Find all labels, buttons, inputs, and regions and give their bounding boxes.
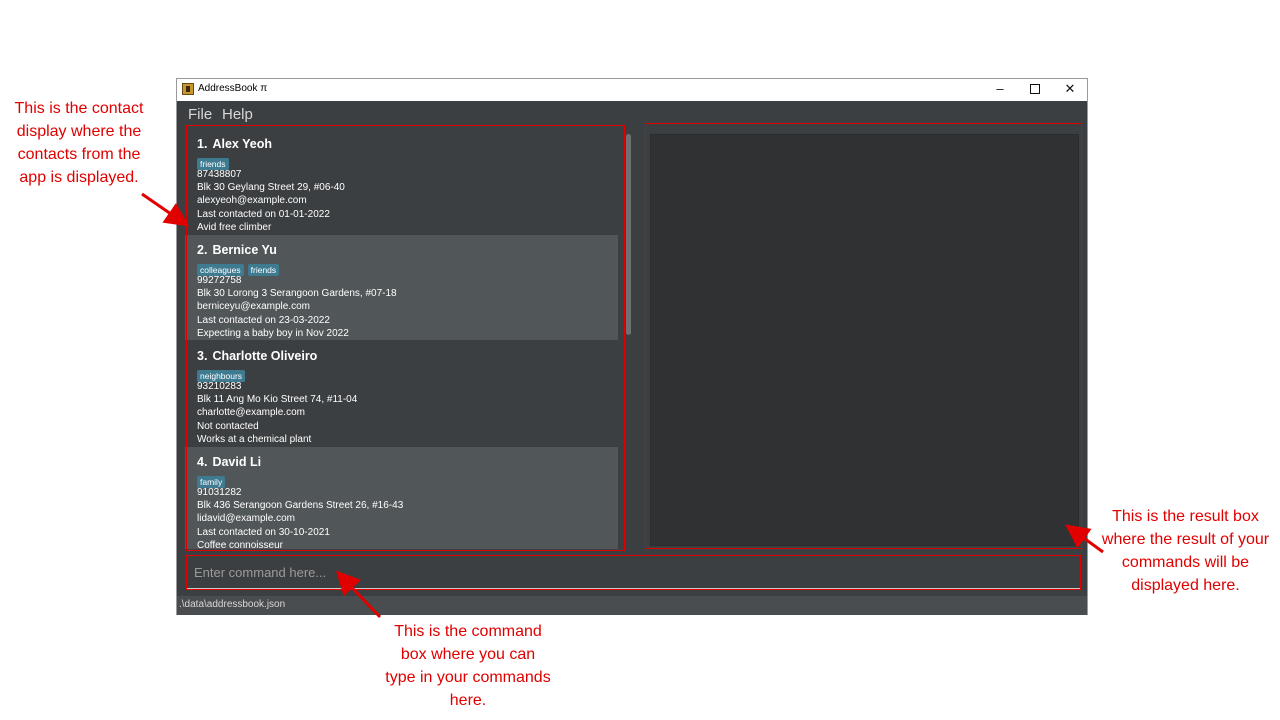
menu-file[interactable]: File [188, 106, 212, 123]
contact-display-outline [186, 125, 625, 551]
command-box-note: This is the command box where you can ty… [385, 623, 551, 709]
addressbook-app-icon [182, 83, 194, 95]
menu-help[interactable]: Help [222, 106, 253, 123]
maximize-icon [1030, 83, 1040, 94]
result-box-outline [645, 123, 1082, 549]
command-box-outline [186, 555, 1081, 590]
save-location: .\data\addressbook.json [179, 599, 286, 610]
contact-list-scrollbar[interactable] [625, 129, 632, 549]
contact-display-note: This is the contact display where the co… [14, 100, 144, 186]
result-box-note: This is the result box where the result … [1101, 508, 1270, 594]
maximize-button[interactable] [1017, 79, 1053, 101]
close-button[interactable]: ✕ [1052, 79, 1088, 101]
status-bar: .\data\addressbook.json [177, 596, 1087, 615]
scrollbar-thumb[interactable] [626, 134, 631, 335]
window-title: AddressBook π [198, 83, 268, 94]
title-bar[interactable]: AddressBook π – ✕ [177, 79, 1087, 101]
minimize-button[interactable]: – [982, 79, 1018, 101]
